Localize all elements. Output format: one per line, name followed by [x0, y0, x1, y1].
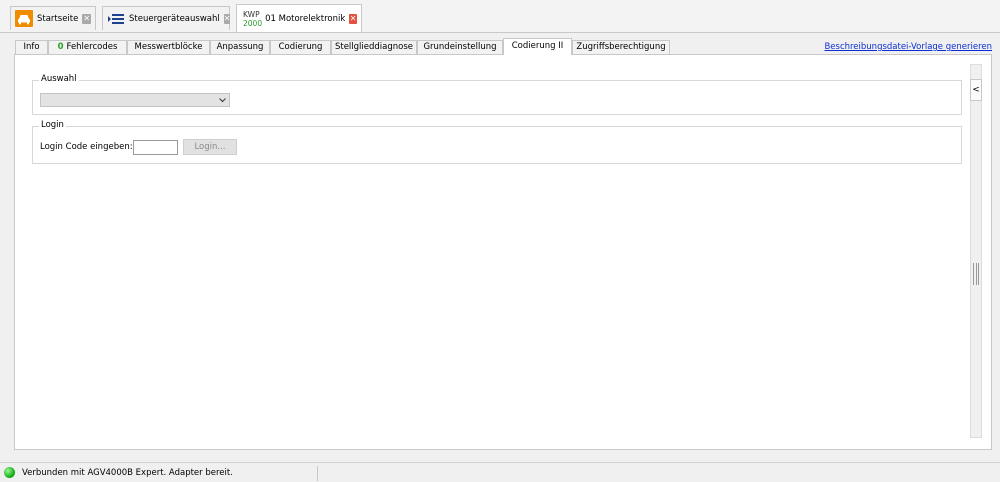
- tab-label: Anpassung: [216, 42, 264, 52]
- tab-label: Codierung II: [511, 41, 564, 51]
- tab-anpassung[interactable]: Anpassung: [210, 40, 270, 55]
- tab-grundeinstellung[interactable]: Grundeinstellung: [417, 40, 503, 55]
- protocol-version: 2000: [243, 18, 263, 28]
- doc-tab-label: 01 Motorelektronik: [265, 13, 346, 24]
- login-code-input[interactable]: [133, 140, 178, 155]
- tab-label: Grundeinstellung: [423, 42, 497, 52]
- tab-label: Info: [23, 42, 40, 52]
- status-text: Verbunden mit AGV4000B Expert. Adapter b…: [22, 467, 233, 478]
- close-icon[interactable]: ✕: [349, 13, 357, 24]
- document-tab-strip: Startseite ✕ Steuergeräteauswahl ✕ KWP 2…: [0, 0, 1000, 33]
- collapse-panel-button[interactable]: <: [970, 79, 982, 101]
- tab-stellglieddiagnose[interactable]: Stellglieddiagnose: [331, 40, 417, 55]
- close-icon[interactable]: ✕: [82, 13, 91, 24]
- status-led-icon: [4, 467, 15, 478]
- status-bar: Verbunden mit AGV4000B Expert. Adapter b…: [0, 462, 1000, 482]
- tab-label: Zugriffsberechtigung: [576, 42, 666, 52]
- tab-codierung[interactable]: Codierung: [270, 40, 331, 55]
- scroll-grip-icon[interactable]: [973, 263, 979, 285]
- auswahl-select[interactable]: [40, 93, 230, 107]
- chevron-down-icon: [218, 94, 227, 110]
- tab-messwertbloecke[interactable]: Messwertblöcke: [127, 40, 210, 55]
- doc-tab-startseite[interactable]: Startseite ✕: [10, 6, 96, 30]
- tab-label: Messwertblöcke: [134, 42, 203, 52]
- tab-info[interactable]: Info: [15, 40, 48, 55]
- protocol-name: KWP: [243, 9, 260, 19]
- tab-label: Fehlercodes: [66, 42, 118, 52]
- ecu-list-icon: [107, 13, 125, 25]
- doc-tab-label: Startseite: [37, 13, 79, 24]
- fehlercodes-count-badge: 0: [57, 42, 64, 52]
- login-button[interactable]: Login...: [183, 139, 237, 155]
- tab-label: Codierung: [278, 42, 323, 52]
- doc-tab-label: Steuergeräteauswahl: [129, 13, 220, 24]
- login-legend: Login: [39, 120, 66, 130]
- tab-zugriffsberechtigung[interactable]: Zugriffsberechtigung: [572, 40, 670, 55]
- close-icon[interactable]: ✕: [223, 13, 231, 24]
- tab-fehlercodes[interactable]: 0 Fehlercodes: [48, 40, 127, 55]
- generate-template-link[interactable]: Beschreibungsdatei-Vorlage generieren: [824, 42, 992, 52]
- doc-tab-steuergeraeteauswahl[interactable]: Steuergeräteauswahl ✕: [102, 6, 231, 30]
- tab-codierung-ii[interactable]: Codierung II: [503, 38, 572, 55]
- car-icon: [15, 10, 33, 27]
- doc-tab-motorelektronik[interactable]: KWP 2000 01 Motorelektronik ✕: [236, 4, 362, 32]
- tab-label: Stellglieddiagnose: [334, 42, 414, 52]
- vertical-scrollbar[interactable]: <: [970, 64, 982, 438]
- login-code-label: Login Code eingeben:: [40, 142, 133, 152]
- protocol-label: KWP 2000: [243, 10, 262, 28]
- auswahl-legend: Auswahl: [39, 74, 79, 84]
- status-separator: [317, 466, 318, 481]
